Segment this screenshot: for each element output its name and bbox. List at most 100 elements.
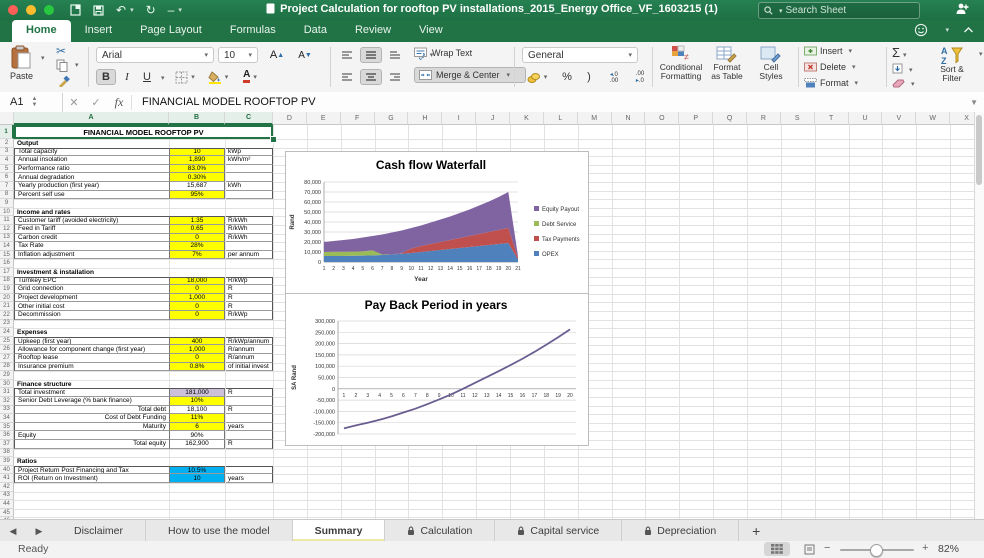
cash-flow-waterfall-chart[interactable]: 0 10,000 20,000 30,000 40,000 50,000 60,000 70,…: [285, 151, 589, 294]
sheet-tab-summary[interactable]: Summary: [292, 520, 386, 542]
column-header-C[interactable]: C: [225, 112, 273, 125]
row-header-24[interactable]: 24: [0, 328, 14, 337]
row-header-14[interactable]: 14: [0, 242, 14, 251]
menu-tab-view[interactable]: View: [405, 20, 457, 42]
column-header-A[interactable]: A: [14, 112, 169, 125]
collapse-ribbon-icon[interactable]: [963, 26, 974, 34]
row-5-label-cell[interactable]: Performance ratio: [14, 164, 169, 174]
format-cells-button[interactable]: Format ▾: [804, 78, 858, 88]
row-33-label-cell[interactable]: Total debt: [14, 405, 169, 415]
underline-dropdown-icon[interactable]: ▾: [161, 74, 165, 82]
page-layout-view-button[interactable]: [796, 542, 822, 556]
row-32-value-cell[interactable]: 10%: [169, 397, 225, 406]
row-12-label-cell[interactable]: Feed in Tariff: [14, 225, 169, 234]
row-header-1[interactable]: 1: [0, 125, 14, 139]
row-header-28[interactable]: 28: [0, 362, 14, 372]
row-header-10[interactable]: 10: [0, 207, 14, 217]
column-header-K[interactable]: K: [510, 112, 544, 125]
format-as-table-button[interactable]: Format as Table: [706, 45, 748, 81]
row-header-23[interactable]: 23: [0, 319, 14, 329]
formula-bar-expand-icon[interactable]: ▼: [970, 98, 984, 107]
row-12-unit-cell[interactable]: R/kWh: [226, 225, 273, 234]
row-28-unit-cell[interactable]: of initial invest: [226, 362, 273, 372]
row-19-label-cell[interactable]: Grid connection: [14, 285, 169, 294]
row-40-value-cell[interactable]: 10.5%: [169, 465, 225, 475]
name-box-stepper[interactable]: ▲ ▼: [31, 96, 37, 108]
row-header-11[interactable]: 11: [0, 216, 14, 225]
column-header-L[interactable]: L: [543, 112, 578, 125]
row-header-3[interactable]: 3: [0, 147, 14, 157]
column-header-V[interactable]: V: [882, 112, 917, 125]
percent-format-icon[interactable]: %: [556, 69, 578, 85]
row-header-18[interactable]: 18: [0, 276, 14, 286]
row-26-label-cell[interactable]: Allowance for component change (first ye…: [14, 345, 169, 354]
increase-decimal-icon[interactable]: ◂.0.00: [602, 69, 626, 85]
column-header-T[interactable]: T: [814, 112, 849, 125]
column-header-D[interactable]: D: [273, 112, 307, 125]
row-20-unit-cell[interactable]: R: [226, 293, 273, 303]
sheet-tab-capital-service[interactable]: Capital service: [495, 520, 623, 542]
decrease-decimal-icon[interactable]: .00 ▸.0: [628, 69, 652, 85]
row-header-35[interactable]: 35: [0, 422, 14, 432]
selection-fill-handle[interactable]: [270, 136, 277, 143]
new-document-icon[interactable]: [70, 4, 81, 16]
column-header-N[interactable]: N: [611, 112, 646, 125]
sheet-tab-calculation[interactable]: Calculation: [385, 520, 496, 542]
row-18-value-cell[interactable]: 18,000: [169, 276, 225, 286]
sort-filter-dropdown-icon[interactable]: ▾: [979, 50, 983, 58]
row-17-section-label[interactable]: Investment & installation: [15, 268, 168, 277]
row-25-label-cell[interactable]: Upkeep (first year): [14, 336, 169, 346]
sheet-tab-prev-icon[interactable]: ◀: [0, 520, 26, 542]
row-36-unit-cell[interactable]: [226, 431, 273, 440]
borders-button[interactable]: ▾: [172, 69, 198, 85]
row-header-19[interactable]: 19: [0, 285, 14, 294]
row-14-unit-cell[interactable]: [226, 242, 273, 251]
column-header-F[interactable]: F: [340, 112, 375, 125]
wrap-text-button[interactable]: Wrap Text: [414, 47, 472, 58]
row-25-unit-cell[interactable]: R/kWp/annum: [226, 336, 273, 346]
row-15-unit-cell[interactable]: per annum: [226, 250, 273, 260]
row-28-label-cell[interactable]: Insurance premium: [14, 362, 169, 372]
confirm-entry-icon[interactable]: ✓: [85, 96, 107, 109]
row-15-value-cell[interactable]: 7%: [169, 250, 225, 260]
row-35-unit-cell[interactable]: years: [226, 422, 273, 432]
menu-tab-page-layout[interactable]: Page Layout: [126, 20, 216, 42]
row-6-value-cell[interactable]: 0.30%: [169, 173, 225, 182]
align-center-icon[interactable]: [360, 69, 382, 85]
row-header-42[interactable]: 42: [0, 483, 14, 492]
row-header-33[interactable]: 33: [0, 405, 14, 415]
row-header-12[interactable]: 12: [0, 225, 14, 234]
number-format-select[interactable]: General ▾: [522, 47, 638, 63]
column-header-W[interactable]: W: [916, 112, 951, 125]
column-header-J[interactable]: J: [476, 112, 510, 125]
font-size-select[interactable]: 10 ▾: [218, 47, 258, 63]
row-header-34[interactable]: 34: [0, 414, 14, 423]
row-28-value-cell[interactable]: 0.8%: [169, 362, 225, 372]
feedback-smiley-icon[interactable]: [914, 23, 928, 37]
autosum-button[interactable]: Σ ▾: [892, 45, 907, 60]
row-11-label-cell[interactable]: Customer tariff (avoided electricity): [14, 216, 169, 225]
column-header-M[interactable]: M: [577, 112, 612, 125]
row-header-22[interactable]: 22: [0, 311, 14, 320]
normal-view-button[interactable]: [764, 542, 790, 556]
column-header-G[interactable]: G: [374, 112, 409, 125]
column-header-Q[interactable]: Q: [713, 112, 747, 125]
row-header-40[interactable]: 40: [0, 465, 14, 475]
redo-icon[interactable]: ↻: [146, 3, 156, 17]
fill-down-button[interactable]: [892, 63, 903, 74]
row-11-unit-cell[interactable]: R/kWh: [226, 216, 273, 225]
row-27-value-cell[interactable]: 0: [169, 354, 225, 363]
column-header-I[interactable]: I: [442, 112, 477, 125]
row-36-value-cell[interactable]: 90%: [169, 431, 225, 440]
row-33-value-cell[interactable]: 18,100: [169, 405, 225, 415]
font-name-select[interactable]: Arial ▾: [96, 47, 214, 63]
sheet-tab-depreciation[interactable]: Depreciation: [622, 520, 740, 542]
bold-button[interactable]: B: [96, 69, 116, 85]
row-8-value-cell[interactable]: 95%: [169, 190, 225, 200]
row-35-label-cell[interactable]: Maturity: [14, 422, 169, 432]
customize-toolbar-icon[interactable]: ‒ ▾: [168, 3, 182, 17]
menu-tab-data[interactable]: Data: [290, 20, 341, 42]
menu-tab-review[interactable]: Review: [341, 20, 405, 42]
zoom-window-icon[interactable]: [44, 5, 54, 15]
zoom-in-icon[interactable]: +: [922, 542, 928, 554]
